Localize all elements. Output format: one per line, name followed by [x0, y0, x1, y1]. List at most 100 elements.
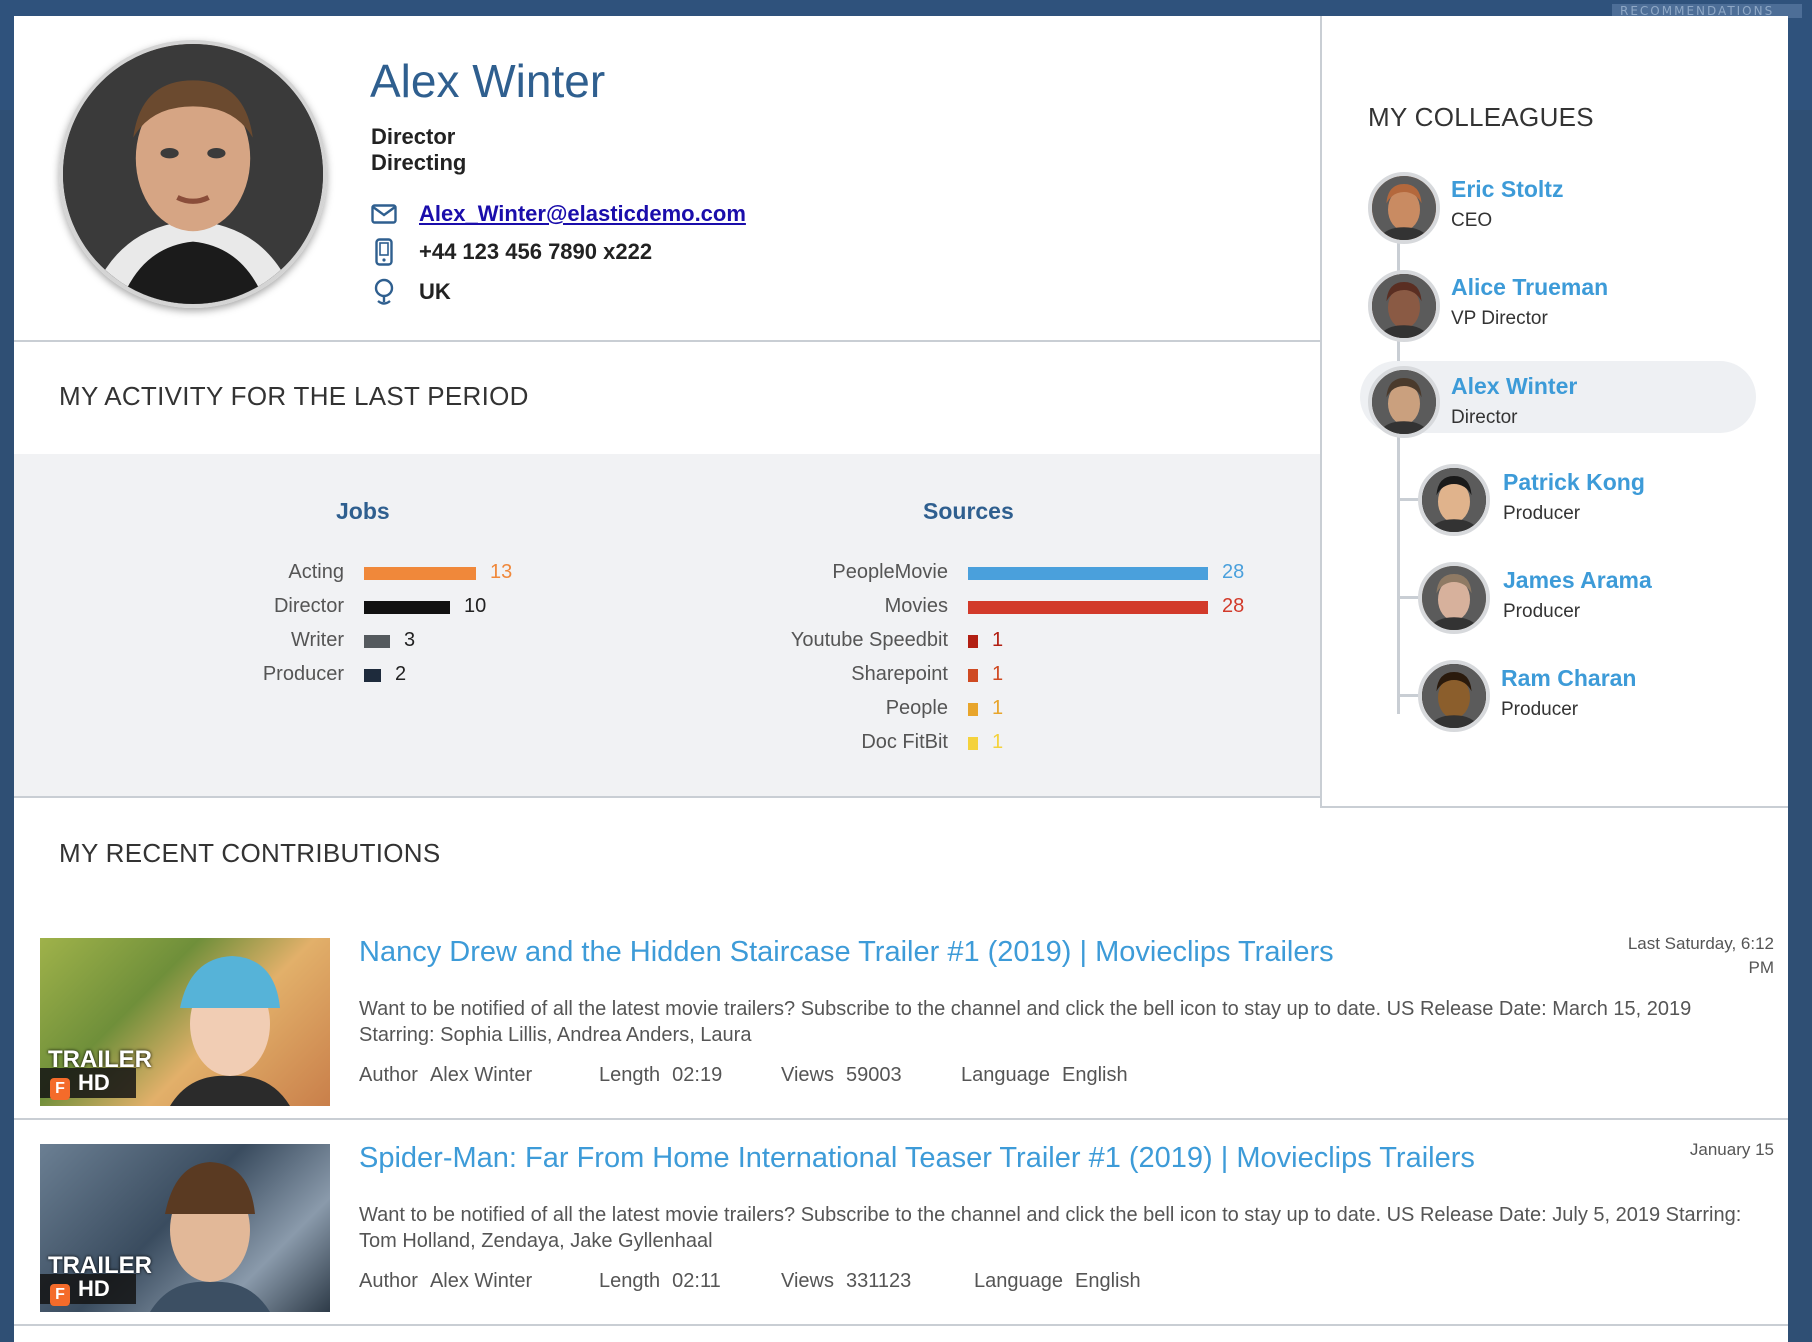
meta-value: 59003	[846, 1064, 902, 1086]
contribution-title-link[interactable]: Spider-Man: Far From Home International …	[359, 1142, 1539, 1175]
divider	[14, 796, 1320, 798]
location-value: UK	[419, 279, 451, 304]
colleague-name[interactable]: Alex Winter	[1451, 373, 1577, 400]
meta-views: Views 59003	[781, 1064, 902, 1087]
meta-label: Length	[599, 1270, 661, 1292]
divider	[1320, 806, 1788, 808]
contributions-section-title: MY RECENT CONTRIBUTIONS	[59, 838, 441, 868]
contribution-date: January 15	[1574, 1138, 1774, 1162]
phone-number: +44 123 456 7890 x222	[419, 239, 653, 264]
colleague-role: Producer	[1501, 699, 1579, 720]
colleague-avatar[interactable]	[1418, 464, 1490, 536]
phone-row: +44 123 456 7890 x222	[371, 238, 652, 266]
meta-value: Alex Winter	[429, 1064, 533, 1086]
colleague-avatar[interactable]	[1368, 366, 1440, 438]
hd-label: HD	[78, 1276, 110, 1301]
colleague-name[interactable]: James Arama	[1503, 567, 1652, 594]
meta-label: Language	[974, 1270, 1063, 1292]
bar-value: 2	[395, 663, 407, 685]
date-line: January 15	[1689, 1140, 1774, 1159]
meta-language: Language English	[961, 1064, 1128, 1087]
sources-chart-title: Sources	[923, 498, 1014, 524]
colleague-name[interactable]: Eric Stoltz	[1451, 176, 1563, 203]
profile-name: Alex Winter	[370, 55, 606, 107]
divider	[14, 1118, 1788, 1120]
divider	[1320, 16, 1322, 806]
meta-length: Length 02:19	[599, 1064, 722, 1087]
profile-avatar	[59, 40, 327, 308]
colleague-role: Producer	[1503, 601, 1581, 622]
meta-views: Views 331123	[781, 1270, 911, 1293]
bar-label: Movies	[884, 595, 948, 617]
contribution-description: Want to be notified of all the latest mo…	[359, 998, 1692, 1046]
contribution-title-link[interactable]: Nancy Drew and the Hidden Staircase Trai…	[359, 936, 1539, 969]
activity-charts: Jobs Sources Acting 13 Director 10 Writer 3 Pr…	[14, 454, 1320, 796]
bar	[968, 669, 978, 682]
bar-value: 1	[992, 697, 1004, 719]
profile-department: Directing	[371, 150, 467, 175]
bar	[364, 567, 476, 580]
meta-value: 02:19	[672, 1064, 723, 1086]
bar-value: 10	[464, 595, 487, 617]
contribution-date: Last Saturday, 6:12 PM	[1574, 932, 1774, 980]
bar	[364, 601, 450, 614]
bar	[364, 669, 381, 682]
colleague-avatar[interactable]	[1368, 172, 1440, 244]
meta-label: Language	[961, 1064, 1050, 1086]
bar-value: 28	[1222, 595, 1245, 617]
meta-length: Length 02:11	[599, 1270, 721, 1293]
profile-panel: Alex Winter Director Directing Alex_Wint…	[14, 16, 1788, 1342]
meta-label: Author	[359, 1064, 418, 1086]
colleague-name[interactable]: Alice Trueman	[1451, 274, 1608, 301]
meta-value: 331123	[846, 1270, 912, 1292]
location-pin-icon	[371, 278, 397, 306]
meta-label: Views	[781, 1270, 834, 1292]
bar-label: Producer	[262, 663, 344, 685]
bar-label: Acting	[288, 561, 344, 583]
meta-label: Length	[599, 1064, 661, 1086]
colleague-role: Director	[1451, 407, 1518, 428]
colleague-name[interactable]: Ram Charan	[1501, 665, 1636, 692]
date-line: Last Saturday, 6:12	[1627, 934, 1774, 953]
jobs-chart-title: Jobs	[336, 498, 390, 524]
bar-value: 1	[992, 731, 1004, 753]
meta-label: Views	[781, 1064, 834, 1086]
meta-value: English	[1061, 1064, 1128, 1086]
colleague-role: CEO	[1451, 210, 1493, 231]
video-thumbnail[interactable]: TRAILER F HD	[40, 938, 330, 1106]
video-thumbnail[interactable]: TRAILER F HD	[40, 1144, 330, 1312]
colleague-avatar[interactable]	[1418, 562, 1490, 634]
bar-label: PeopleMovie	[832, 561, 948, 583]
email-row: Alex_Winter@elasticdemo.com	[371, 200, 746, 228]
bar-label: Youtube Speedbit	[790, 629, 948, 651]
meta-language: Language English	[974, 1270, 1141, 1293]
activity-section-title: MY ACTIVITY FOR THE LAST PERIOD	[59, 381, 529, 411]
divider	[14, 340, 1320, 342]
meta-value: Alex Winter	[429, 1270, 533, 1292]
bar-label: People	[885, 697, 948, 719]
bar	[968, 635, 978, 648]
colleague-role: VP Director	[1451, 308, 1548, 329]
colleague-avatar[interactable]	[1368, 270, 1440, 342]
bar-value: 13	[490, 561, 513, 583]
bar	[968, 601, 1208, 614]
meta-value: 02:11	[672, 1270, 721, 1292]
fandango-logo-icon: F	[50, 1078, 70, 1100]
fandango-logo-icon: F	[50, 1284, 70, 1306]
colleague-avatar[interactable]	[1418, 660, 1490, 732]
divider	[14, 1324, 1788, 1326]
contribution-description: Want to be notified of all the latest mo…	[359, 1204, 1742, 1252]
bar-label: Doc FitBit	[861, 731, 948, 753]
bar-value: 3	[404, 629, 416, 651]
meta-author: Author Alex Winter	[359, 1064, 532, 1087]
bar-value: 1	[992, 629, 1004, 651]
mail-icon	[371, 200, 397, 228]
profile-title: Director	[371, 124, 456, 149]
email-link[interactable]: Alex_Winter@elasticdemo.com	[419, 201, 746, 227]
bar-label: Sharepoint	[851, 663, 948, 685]
colleague-role: Producer	[1503, 503, 1581, 524]
bar-value: 1	[992, 663, 1004, 685]
colleague-name[interactable]: Patrick Kong	[1503, 469, 1645, 496]
bar-label: Director	[273, 595, 344, 617]
org-tree-line	[1397, 394, 1400, 714]
